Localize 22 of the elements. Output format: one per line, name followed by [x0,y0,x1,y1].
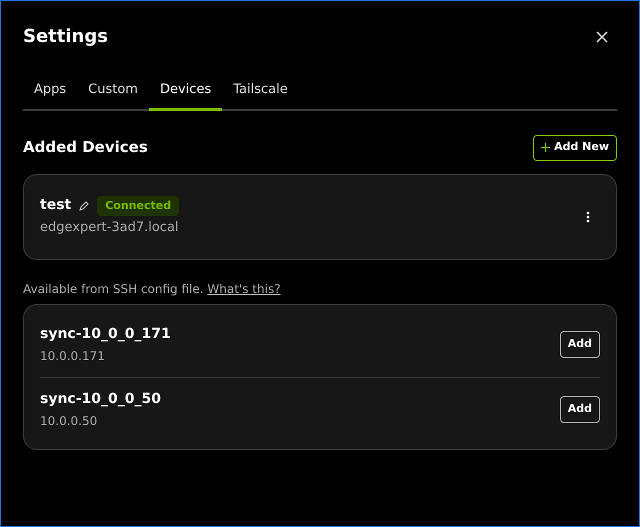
pencil-icon[interactable] [79,200,90,211]
host-address: 10.0.0.50 [40,412,98,430]
section-heading: Added Devices [23,137,148,158]
add-new-button[interactable]: Add New [533,134,617,160]
more-icon[interactable] [586,210,590,222]
add-button[interactable]: Add [560,331,600,358]
device-host: edgexpert-3ad7.local [40,219,180,238]
plus-icon [541,143,550,152]
host-address: 10.0.0.171 [40,348,106,365]
host-name: sync-10_0_0_171 [40,325,171,344]
add-button[interactable]: Add [560,396,600,422]
tab[interactable]: Custom [77,80,149,110]
tab[interactable]: Apps [23,80,78,110]
tab[interactable]: Devices [148,80,222,110]
tab[interactable]: Tailscale [222,80,299,110]
close-icon[interactable] [595,30,609,44]
device-name: test [40,196,72,216]
host-name: sync-10_0_0_50 [40,390,161,408]
ssh-hint: Available from SSH config file. What's this? [23,280,282,298]
whats-this-link[interactable]: What's this? [207,282,281,296]
dialog-title: Settings [23,25,108,49]
status-badge: Connected [97,196,180,216]
